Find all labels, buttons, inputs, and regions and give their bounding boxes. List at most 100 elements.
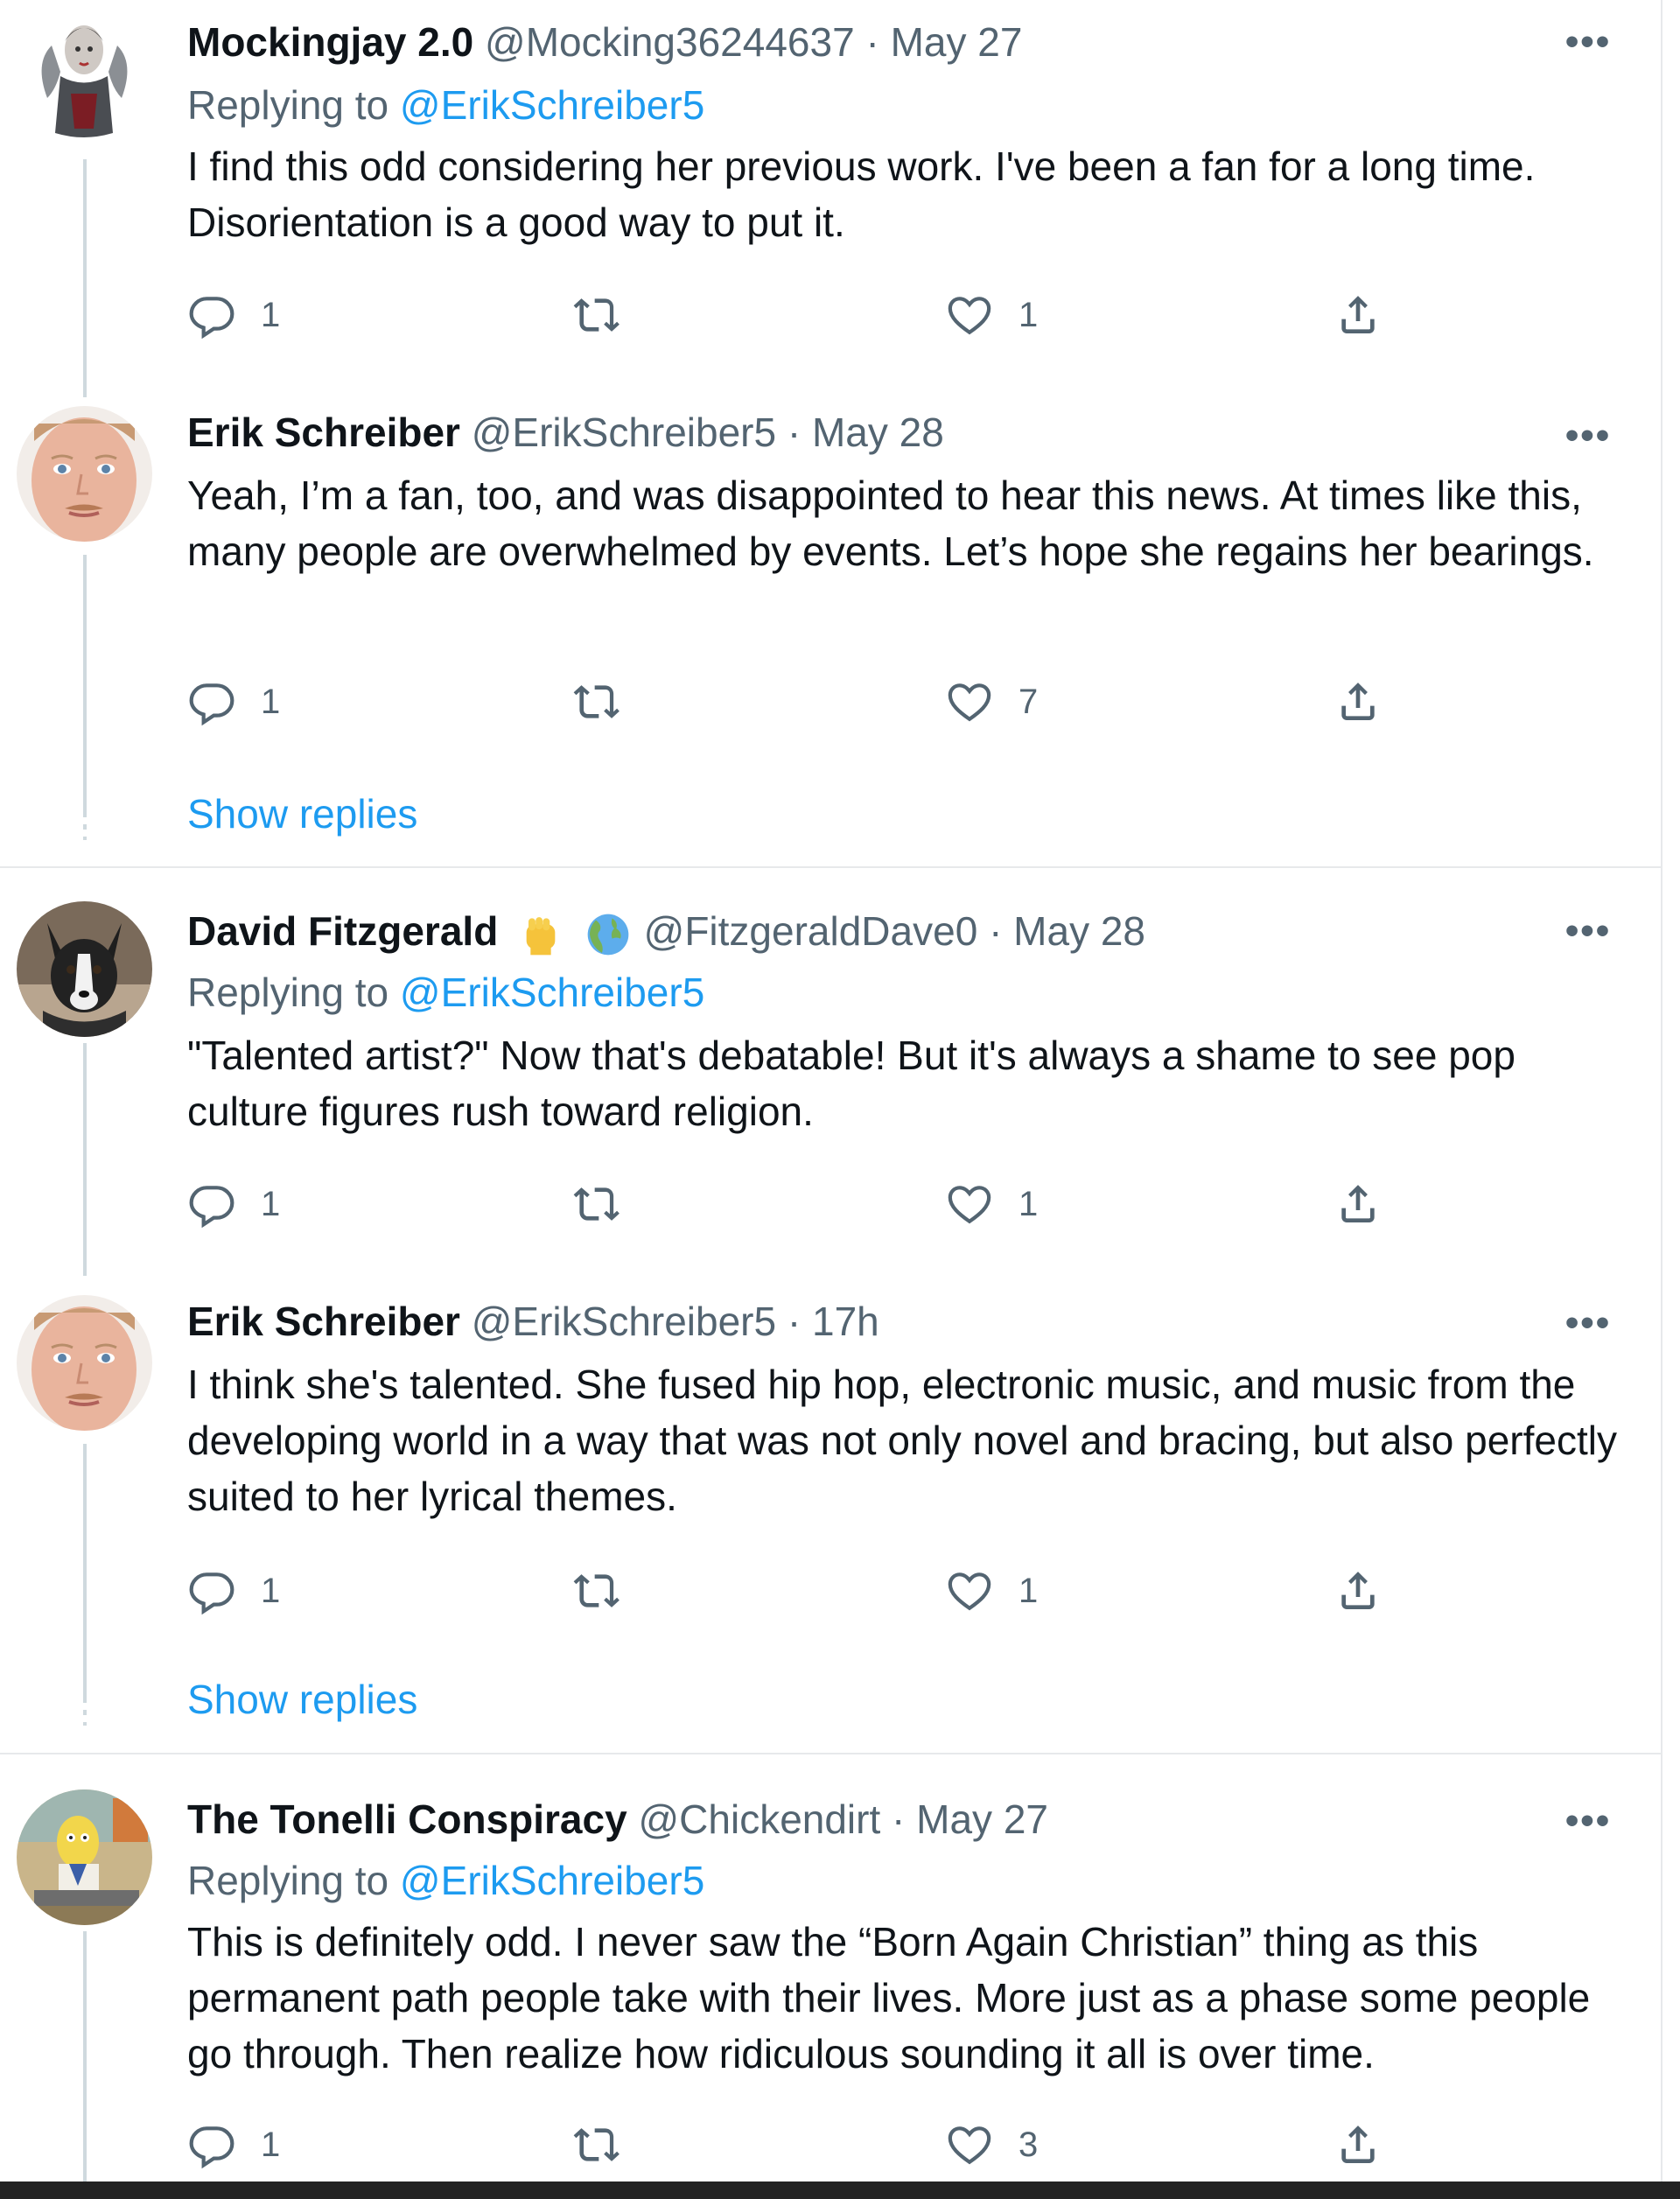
tweet-text: I think she's talented. She fused hip ho…: [187, 1362, 1617, 1519]
reply-button[interactable]: 1: [187, 1565, 280, 1617]
avatar-tonelli[interactable]: [17, 1789, 152, 1925]
display-name[interactable]: Erik Schreiber: [187, 410, 460, 455]
more-options-button[interactable]: •••: [1562, 912, 1614, 950]
tweet-4[interactable]: Erik Schreiber @ErikSchreiber5 · 17h •••…: [0, 1276, 1661, 1750]
show-replies-link[interactable]: Show replies: [187, 788, 417, 840]
retweet-button[interactable]: [572, 676, 621, 728]
reply-icon: [189, 297, 234, 340]
tweet-header: Erik Schreiber @ErikSchreiber5 · May 28: [187, 406, 944, 459]
share-icon: [1341, 296, 1375, 333]
user-handle[interactable]: @FitzgeraldDave0: [644, 908, 978, 954]
like-icon: [948, 1186, 991, 1224]
tweet-actions: 1 7: [187, 676, 1412, 728]
more-options-button[interactable]: •••: [1562, 23, 1614, 61]
tweet-2[interactable]: Erik Schreiber @ErikSchreiber5 · May 28 …: [0, 403, 1661, 866]
reply-button[interactable]: 1: [187, 289, 280, 341]
reply-count: 1: [261, 295, 281, 334]
more-options-button[interactable]: •••: [1562, 1304, 1614, 1342]
share-button[interactable]: [1334, 1565, 1382, 1617]
avatar-david[interactable]: [17, 901, 152, 1037]
like-count: 3: [1018, 2125, 1039, 2164]
separator: ·: [787, 410, 802, 455]
tweet-5[interactable]: The Tonelli Conspiracy @Chickendirt · Ma…: [0, 1754, 1661, 2181]
like-button[interactable]: 7: [945, 676, 1038, 728]
tweet-3[interactable]: David Fitzgerald @FitzgeraldDave0 · May …: [0, 868, 1661, 1276]
display-name[interactable]: Mockingjay 2.0: [187, 19, 473, 65]
reply-count: 1: [261, 2125, 281, 2164]
reply-count: 1: [261, 1184, 281, 1223]
replying-to: Replying to @ErikSchreiber5: [187, 1854, 704, 1907]
share-button[interactable]: [1334, 676, 1382, 728]
raised-fist-icon: [526, 917, 556, 956]
more-options-button[interactable]: •••: [1562, 417, 1614, 455]
replying-to: Replying to @ErikSchreiber5: [187, 79, 704, 131]
thread-line: [83, 1043, 87, 1276]
like-count: 1: [1018, 1184, 1039, 1223]
like-icon: [948, 297, 991, 335]
tweet-header: The Tonelli Conspiracy @Chickendirt · Ma…: [187, 1793, 1048, 1845]
user-handle[interactable]: @ErikSchreiber5: [472, 1299, 776, 1344]
thread-line: [83, 1931, 87, 2181]
tweet-header: Mockingjay 2.0 @Mocking36244637 · May 27: [187, 16, 1022, 68]
retweet-icon: [573, 298, 620, 332]
user-handle[interactable]: @Mocking36244637: [485, 19, 855, 65]
reply-icon: [189, 2126, 234, 2169]
tweet-text: Yeah, I’m a fan, too, and was disappoint…: [187, 473, 1594, 574]
retweet-button[interactable]: [572, 2118, 621, 2171]
display-name[interactable]: The Tonelli Conspiracy: [187, 1796, 627, 1842]
retweet-icon: [573, 1187, 620, 1221]
avatar-erik[interactable]: [17, 406, 152, 542]
like-button[interactable]: 3: [945, 2118, 1038, 2171]
avatar-erik[interactable]: [17, 1295, 152, 1431]
like-icon: [948, 2126, 991, 2165]
globe-icon: [587, 914, 629, 956]
timestamp[interactable]: May 27: [891, 19, 1023, 65]
reply-button[interactable]: 1: [187, 676, 280, 728]
retweet-icon: [573, 685, 620, 718]
share-button[interactable]: [1334, 1178, 1382, 1230]
reply-icon: [189, 1572, 234, 1615]
tweet-header: Erik Schreiber @ErikSchreiber5 · 17h: [187, 1295, 879, 1348]
more-options-button[interactable]: •••: [1562, 1802, 1614, 1840]
like-count: 1: [1018, 295, 1039, 334]
retweet-button[interactable]: [572, 289, 621, 341]
separator: ·: [787, 1299, 802, 1344]
retweet-icon: [573, 2128, 620, 2161]
thread-line: [83, 555, 87, 817]
mention-link[interactable]: @ErikSchreiber5: [400, 1858, 704, 1903]
separator: ·: [865, 19, 879, 65]
retweet-button[interactable]: [572, 1565, 621, 1617]
like-button[interactable]: 1: [945, 1178, 1038, 1230]
display-name[interactable]: Erik Schreiber: [187, 1299, 460, 1344]
display-name[interactable]: David Fitzgerald: [187, 908, 498, 954]
like-icon: [948, 1572, 991, 1611]
like-count: 7: [1018, 682, 1039, 721]
like-button[interactable]: 1: [945, 289, 1038, 341]
replies-feed: Mockingjay 2.0 @Mocking36244637 · May 27…: [0, 0, 1662, 2181]
like-count: 1: [1018, 1571, 1039, 1610]
timestamp[interactable]: May 27: [916, 1796, 1048, 1842]
mention-link[interactable]: @ErikSchreiber5: [400, 970, 704, 1015]
replying-label: Replying to: [187, 970, 389, 1015]
share-button[interactable]: [1334, 289, 1382, 341]
user-handle[interactable]: @Chickendirt: [638, 1796, 880, 1842]
thread-line: [83, 1444, 87, 1699]
mention-link[interactable]: @ErikSchreiber5: [400, 82, 704, 128]
timestamp[interactable]: May 28: [812, 410, 944, 455]
reply-button[interactable]: 1: [187, 1178, 280, 1230]
share-button[interactable]: [1334, 2118, 1382, 2171]
show-replies-link[interactable]: Show replies: [187, 1673, 417, 1726]
tweet-actions: 1 3: [187, 2118, 1412, 2171]
share-icon: [1341, 1185, 1375, 1222]
timestamp[interactable]: May 28: [1013, 908, 1145, 954]
timestamp[interactable]: 17h: [812, 1299, 879, 1344]
retweet-button[interactable]: [572, 1178, 621, 1230]
separator: ·: [892, 1796, 906, 1842]
tweet-1[interactable]: Mockingjay 2.0 @Mocking36244637 · May 27…: [0, 0, 1661, 403]
avatar-mockingjay[interactable]: [17, 11, 152, 146]
user-handle[interactable]: @ErikSchreiber5: [472, 410, 776, 455]
reply-button[interactable]: 1: [187, 2118, 280, 2171]
like-button[interactable]: 1: [945, 1565, 1038, 1617]
tweet-actions: 1 1: [187, 289, 1412, 341]
reply-count: 1: [261, 1571, 281, 1610]
